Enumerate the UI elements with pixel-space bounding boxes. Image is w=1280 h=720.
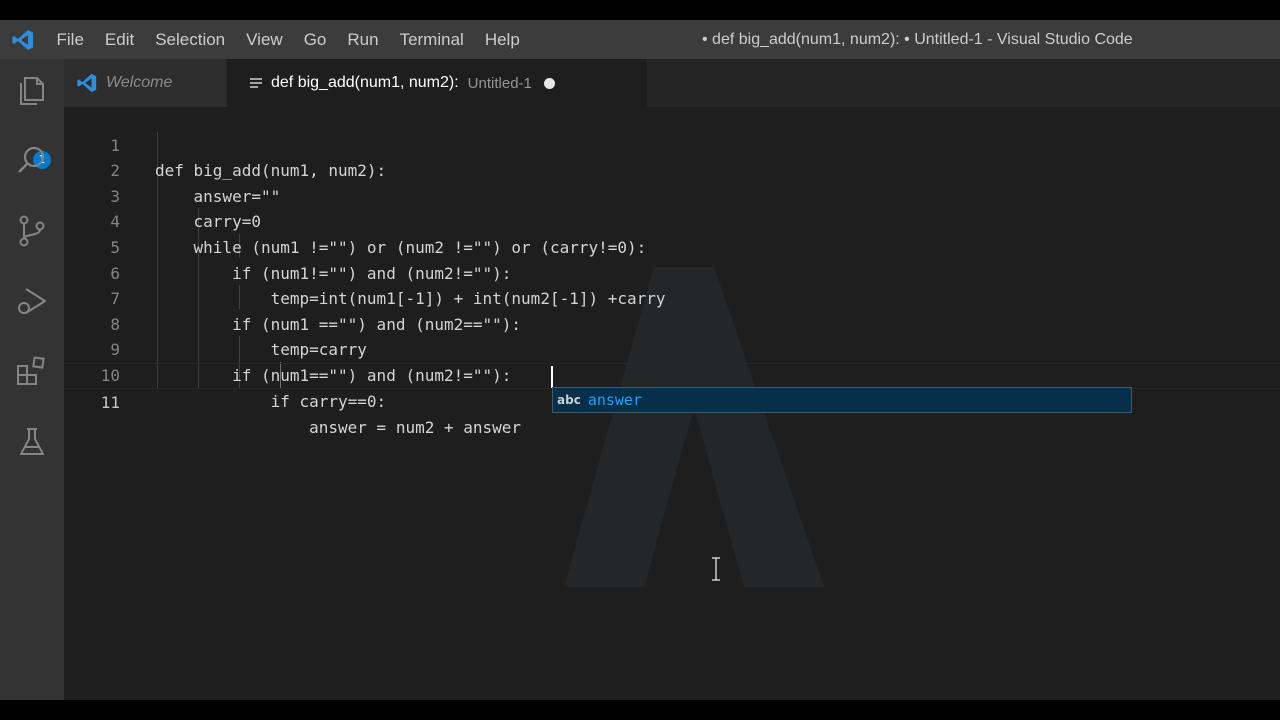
menu-view[interactable]: View [236, 20, 294, 59]
text-cursor [551, 366, 553, 388]
code-line[interactable]: 2 answer="" [64, 133, 1280, 206]
menu-edit[interactable]: Edit [94, 20, 144, 59]
letterbox-bottom [0, 700, 1280, 720]
title-bar: File Edit Selection View Go Run Terminal… [0, 20, 1280, 59]
search-icon[interactable] [15, 143, 49, 177]
code-line[interactable]: 9 if (num1=="") and (num2!=""): [64, 312, 1280, 385]
code-line[interactable]: 7 if (num1 =="") and (num2==""): [64, 261, 1280, 334]
word-kind-icon: abc [557, 393, 581, 407]
menu-run[interactable]: Run [337, 20, 389, 59]
vscode-logo-icon [77, 73, 97, 93]
menu-terminal[interactable]: Terminal [389, 20, 474, 59]
suggest-widget[interactable]: abc answer [552, 387, 1132, 413]
files-icon[interactable] [15, 74, 49, 108]
testing-icon[interactable] [15, 425, 49, 459]
code-line[interactable]: 8 temp=carry [64, 286, 1280, 360]
code-line[interactable]: 1 def big_add(num1, num2): [64, 107, 1280, 181]
code-line[interactable]: 10 if carry==0: [64, 337, 1280, 411]
window-title: • def big_add(num1, num2): • Untitled-1 … [702, 31, 1133, 48]
tab-untitled-1[interactable]: def big_add(num1, num2): Untitled-1 [227, 59, 647, 107]
tab-bar: Welcome def big_add(num1, num2): Untitle… [64, 59, 1280, 107]
menu-go[interactable]: Go [293, 20, 337, 59]
code-line[interactable]: 6 temp=int(num1[-1]) + int(num2[-1]) +ca… [64, 235, 1280, 309]
extensions-icon[interactable] [15, 355, 49, 389]
menu-help[interactable]: Help [474, 20, 530, 59]
menu-bar: File Edit Selection View Go Run Terminal… [46, 20, 530, 59]
plaintext-file-icon [250, 78, 262, 88]
code-line[interactable]: 3 carry=0 [64, 158, 1280, 232]
run-debug-icon[interactable] [15, 284, 49, 318]
ibeam-cursor-icon [712, 557, 720, 581]
tab-label: def big_add(num1, num2): [271, 74, 459, 91]
source-control-icon[interactable] [15, 214, 49, 248]
tab-description: Untitled-1 [467, 74, 532, 92]
tab-welcome-label: Welcome [106, 74, 173, 91]
tab-welcome[interactable]: Welcome [64, 59, 226, 107]
code-text: answer = num2 + answer [155, 418, 522, 438]
activity-bar: 1 [0, 59, 64, 700]
suggest-item-label[interactable]: answer [588, 391, 642, 409]
unsaved-dot-icon[interactable] [543, 77, 555, 89]
vscode-logo-icon[interactable] [10, 28, 36, 52]
line-number: 11 [100, 392, 120, 412]
menu-file[interactable]: File [46, 20, 94, 59]
menu-selection[interactable]: Selection [145, 20, 236, 59]
letterbox-top [0, 0, 1280, 20]
code-line[interactable]: 5 if (num1!="") and (num2!=""): [64, 209, 1280, 283]
code-line[interactable]: 4 while (num1 !="") or (num2 !="") or (c… [64, 184, 1280, 257]
code-line-current[interactable]: 11 answer = num2 + answer [64, 363, 1280, 437]
code-editor[interactable]: 1 def big_add(num1, num2): 2 answer="" 3… [64, 107, 1280, 700]
code-text: if carry==0: [155, 391, 387, 411]
